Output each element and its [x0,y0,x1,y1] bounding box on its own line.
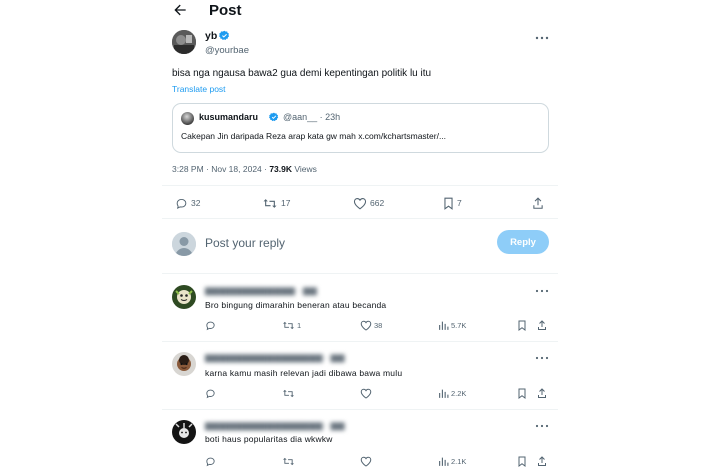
reply-avatar[interactable] [172,285,196,309]
reply-submit-button[interactable]: Reply [497,230,549,254]
reply-icon [206,321,215,331]
bookmark-icon[interactable] [517,388,527,399]
heart-icon [353,197,367,209]
reply-text: boti haus popularitas dia wkwkw [205,434,333,444]
repost-button[interactable]: 17 [262,196,290,210]
reply-reply-button[interactable] [205,320,218,331]
bookmark-button[interactable]: 7 [443,196,462,210]
bookmark-icon [444,197,453,210]
author-handle[interactable]: @yourbae [205,45,249,56]
more-options-icon[interactable] [535,355,549,361]
repost-count: 17 [281,198,291,208]
views-label: Views [292,164,317,174]
reply-views-button[interactable]: 5.7K [438,320,466,331]
verified-badge-icon [219,30,230,41]
repost-icon [283,321,294,330]
reply-author[interactable]: ▆▆▆▆▆▆▆▆▆▆▆▆▆▆▆▆▆ · ▆▆ [205,420,345,431]
page-title: Post [209,2,242,19]
bookmark-icon[interactable] [517,456,527,467]
more-options-icon[interactable] [535,423,549,429]
quoted-author-name: kusumandaru [199,112,259,122]
author-avatar[interactable] [172,30,196,54]
heart-icon [360,320,372,331]
repost-icon [283,457,294,466]
like-count: 38 [374,321,383,330]
like-button[interactable]: 662 [353,196,384,210]
views-chart-icon [439,457,449,466]
repost-count: 1 [297,321,302,330]
author-name[interactable]: yb [205,30,217,42]
share-icon[interactable] [537,388,547,399]
translate-post-link[interactable]: Translate post [172,84,226,94]
like-count: 662 [370,198,385,208]
views-count: 2.1K [451,457,467,466]
reply-repost-button[interactable] [282,388,297,399]
more-options-icon[interactable] [535,288,549,294]
views-count: 5.7K [451,321,467,330]
reply-button[interactable]: 32 [175,196,200,210]
reply-views-button[interactable]: 2.1K [438,456,466,467]
back-arrow-icon[interactable] [172,2,188,18]
views-count: 2.2K [451,389,467,398]
quoted-author-handle: @aan__ · 23h [283,112,341,122]
more-options-icon[interactable] [535,35,549,41]
reply-count: 32 [191,198,201,208]
share-icon[interactable] [537,456,547,467]
reply-input[interactable]: Post your reply [205,236,285,250]
reply-like-button[interactable] [360,456,374,467]
share-icon[interactable] [537,320,547,331]
user-avatar [172,232,196,256]
reply-avatar[interactable] [172,352,196,376]
reply-author[interactable]: ▆▆▆▆▆▆▆▆▆▆▆▆▆ · ▆▆ [205,285,317,296]
quoted-author-avatar [181,112,194,125]
views-count: 73.9K [269,164,293,174]
heart-icon [360,456,372,467]
repost-icon [263,198,277,208]
share-icon [533,196,543,209]
timestamp-text[interactable]: 3:28 PM · Nov 18, 2024 · [172,164,269,174]
reply-like-button[interactable]: 38 [360,320,382,331]
reply-reply-button[interactable] [205,456,218,467]
divider [162,185,558,186]
reply-icon [176,198,187,209]
share-button[interactable] [532,196,547,210]
views-chart-icon [439,321,449,330]
bookmark-count: 7 [457,198,462,208]
heart-icon [360,388,372,399]
reply-like-button[interactable] [360,388,374,399]
post-column: Post yb @yourbae bisa nga ngausa bawa2 g… [162,0,558,473]
verified-badge-icon [269,112,279,122]
quoted-post-text: Cakepan Jin daripada Reza arap kata gw m… [181,131,447,141]
quoted-post[interactable]: kusumandaru @aan__ · 23h Cakepan Jin dar… [172,103,549,153]
reply-icon [206,389,215,399]
divider [162,218,558,219]
post-text: bisa nga ngausa bawa2 gua demi kepenting… [172,68,432,79]
repost-icon [283,389,294,398]
divider [162,409,558,410]
views-chart-icon [439,389,449,398]
reply-repost-button[interactable]: 1 [282,320,301,331]
bookmark-icon[interactable] [517,320,527,331]
reply-icon [206,457,215,467]
reply-reply-button[interactable] [205,388,218,399]
reply-author[interactable]: ▆▆▆▆▆▆▆▆▆▆▆▆▆▆▆▆▆ · ▆▆ [205,352,345,363]
reply-repost-button[interactable] [282,456,297,467]
divider [162,273,558,274]
reply-avatar[interactable] [172,420,196,444]
reply-text: Bro bingung dimarahin beneran atau becan… [205,300,387,310]
post-timestamp: 3:28 PM · Nov 18, 2024 · 73.9K Views [172,164,317,174]
divider [162,341,558,342]
reply-views-button[interactable]: 2.2K [438,388,466,399]
reply-text: karna kamu masih relevan jadi dibawa baw… [205,368,403,378]
